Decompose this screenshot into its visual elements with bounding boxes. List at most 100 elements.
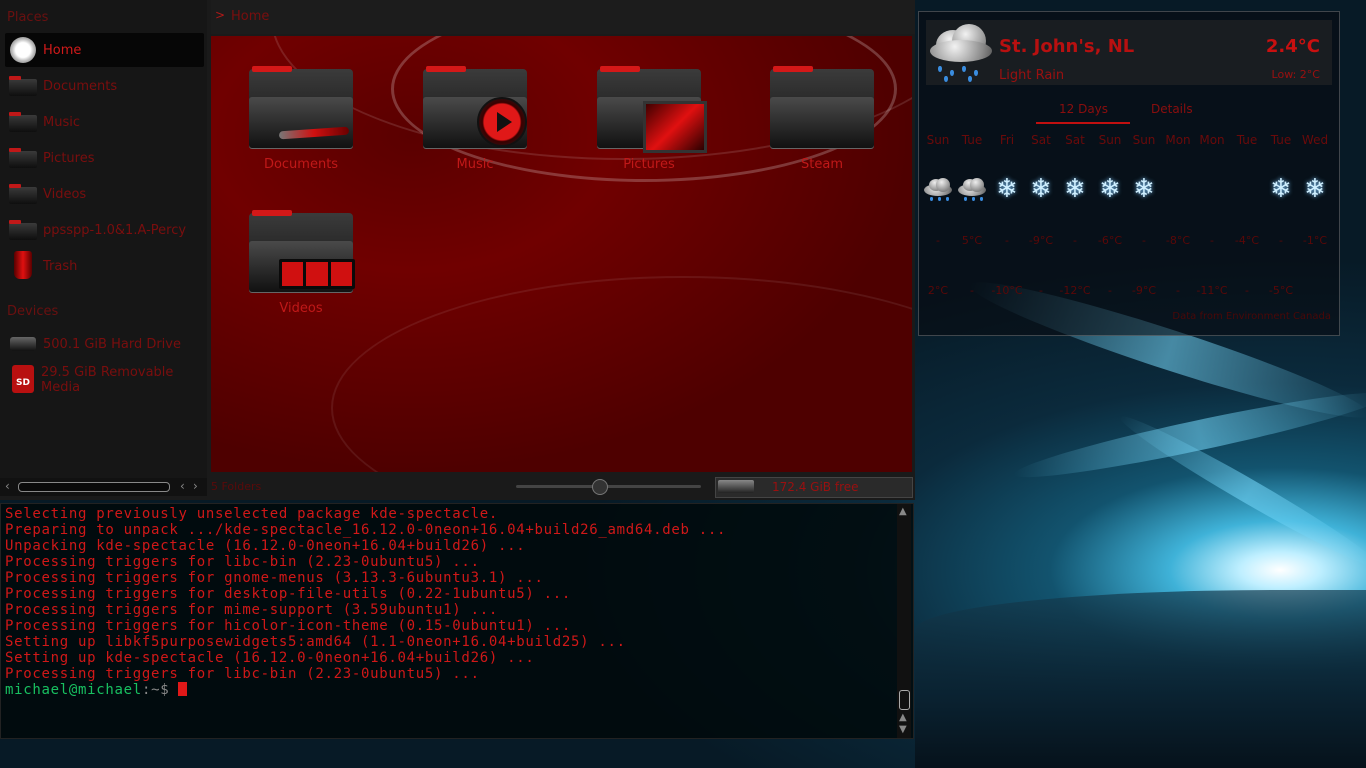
play-icon: [477, 97, 527, 147]
forecast-low: -9°C: [1131, 284, 1157, 297]
folder-icon: [770, 66, 874, 149]
forecast-high: -: [936, 234, 940, 247]
places-item-label: Trash: [43, 258, 78, 274]
forecast-low: -10°C: [991, 284, 1023, 297]
horizontal-scrollbar[interactable]: [18, 482, 170, 492]
folder-steam[interactable]: Steam: [757, 66, 887, 172]
terminal-line: Processing triggers for libc-bin (2.23-0…: [5, 666, 480, 682]
scroll-left-arrow-icon[interactable]: ‹: [5, 479, 10, 493]
forward-arrow-icon[interactable]: ›: [193, 479, 198, 493]
forecast-low: -: [1039, 284, 1043, 297]
scrollbar-thumb[interactable]: [899, 690, 910, 710]
devices-item-removable[interactable]: SD 29.5 GiB Removable Media: [5, 363, 204, 397]
forecast-high: -6°C: [1097, 234, 1123, 247]
snowflake-icon: ❄: [1133, 174, 1155, 204]
folder-icon: [249, 66, 353, 149]
forecast-high: -1°C: [1302, 234, 1328, 247]
places-item-pictures[interactable]: Pictures: [5, 141, 204, 175]
forecast-day-name: Tue: [1236, 133, 1258, 147]
forecast-low: 2°C: [927, 284, 949, 297]
terminal-cursor: [178, 682, 188, 696]
forecast-high: -4°C: [1234, 234, 1260, 247]
terminal-line: Processing triggers for mime-support (3.…: [5, 602, 498, 618]
chevron-right-icon[interactable]: >: [215, 8, 225, 22]
folder-icon: [9, 184, 37, 204]
hard-drive-icon: [10, 337, 36, 351]
zoom-slider-handle[interactable]: [592, 479, 608, 495]
forecast-day-name: Sun: [1098, 133, 1122, 147]
scroll-up-icon[interactable]: ▲: [899, 506, 907, 517]
forecast-day-name: Wed: [1301, 133, 1329, 147]
places-item-documents[interactable]: Documents: [5, 69, 204, 103]
terminal-panel[interactable]: Selecting previously unselected package …: [0, 503, 914, 739]
rain-cloud-icon: [928, 22, 994, 84]
picture-icon: [643, 101, 707, 153]
forecast-day-name: Tue: [1270, 133, 1292, 147]
tab-details[interactable]: Details: [1151, 102, 1193, 116]
places-item-music[interactable]: Music: [5, 105, 204, 139]
terminal-line: Selecting previously unselected package …: [5, 506, 498, 522]
places-item-trash[interactable]: Trash: [5, 249, 204, 283]
back-arrow-icon[interactable]: ‹: [180, 479, 185, 493]
forecast-low: -11°C: [1196, 284, 1228, 297]
disk-space-indicator[interactable]: 172.4 GiB free: [715, 477, 913, 498]
rain-cloud-icon: [921, 175, 955, 203]
breadcrumb-home[interactable]: Home: [231, 9, 269, 24]
folder-count: 5 Folders: [211, 480, 262, 493]
tab-12-days[interactable]: 12 Days: [1059, 102, 1108, 116]
zoom-slider[interactable]: [516, 485, 701, 488]
places-item-label: Home: [43, 42, 82, 58]
trash-icon: [14, 251, 32, 279]
places-panel: Places Home Documents Music Pictures Vid…: [0, 0, 207, 478]
places-item-ppsspp[interactable]: ppsspp-1.0&1.A-Percy: [5, 213, 204, 247]
folder-music[interactable]: Music: [410, 66, 540, 172]
folder-videos[interactable]: Videos: [236, 210, 366, 316]
file-manager-window: Places Home Documents Music Pictures Vid…: [0, 0, 915, 500]
wallpaper-ground: [915, 590, 1366, 768]
weather-current: St. John's, NL Light Rain 2.4°C Low: 2°C: [926, 20, 1332, 85]
forecast-high: -: [1005, 234, 1009, 247]
film-strip-icon: [279, 259, 355, 289]
places-title: Places: [7, 10, 49, 25]
terminal-scrollbar[interactable]: ▲ ▲ ▼: [897, 504, 911, 738]
rain-cloud-icon: [955, 175, 989, 203]
status-bar: 5 Folders 172.4 GiB free: [211, 476, 915, 498]
folder-icon: [9, 76, 37, 96]
places-item-label: Documents: [43, 78, 118, 94]
forecast-low: -: [1245, 284, 1249, 297]
places-item-videos[interactable]: Videos: [5, 177, 204, 211]
snowflake-icon: ❄: [1270, 174, 1292, 204]
forecast-high: 5°C: [961, 234, 983, 247]
weather-location: St. John's, NL: [999, 36, 1135, 57]
devices-item-label: 29.5 GiB Removable Media: [41, 365, 174, 395]
folder-documents[interactable]: Documents: [236, 66, 366, 172]
snowflake-icon: ❄: [1304, 174, 1326, 204]
folder-label: Videos: [279, 301, 323, 316]
terminal-prompt[interactable]: michael@michael:~$: [5, 682, 726, 698]
forecast-high: -: [1279, 234, 1283, 247]
forecast-high: -: [1142, 234, 1146, 247]
forecast-high: -: [1073, 234, 1077, 247]
folder-icon: [9, 220, 37, 240]
breadcrumb: > Home: [211, 0, 915, 34]
weather-temperature: 2.4°C: [1265, 36, 1320, 57]
scroll-up-icon[interactable]: ▲: [899, 712, 907, 723]
forecast-day-name: Sun: [926, 133, 950, 147]
folder-pictures[interactable]: Pictures: [584, 66, 714, 172]
sd-card-icon: SD: [12, 365, 34, 393]
prompt-path: :~$: [141, 682, 170, 698]
terminal-line: Unpacking kde-spectacle (16.12.0-0neon+1…: [5, 538, 526, 554]
devices-item-hard-drive[interactable]: 500.1 GiB Hard Drive: [5, 327, 204, 361]
home-icon: [10, 37, 36, 63]
weather-source: Data from Environment Canada: [1172, 311, 1331, 322]
places-item-home[interactable]: Home: [5, 33, 204, 67]
terminal-line: Processing triggers for libc-bin (2.23-0…: [5, 554, 480, 570]
places-scrollbar[interactable]: ‹ ‹ ›: [0, 478, 207, 496]
forecast-low: -5°C: [1268, 284, 1294, 297]
snowflake-icon: ❄: [1064, 174, 1086, 204]
empty-icon-slot: [1195, 175, 1229, 203]
folder-icon: [249, 210, 355, 293]
scroll-down-icon[interactable]: ▼: [899, 724, 907, 735]
places-item-label: Music: [43, 114, 80, 130]
forecast-day-name: Sat: [1031, 133, 1051, 147]
